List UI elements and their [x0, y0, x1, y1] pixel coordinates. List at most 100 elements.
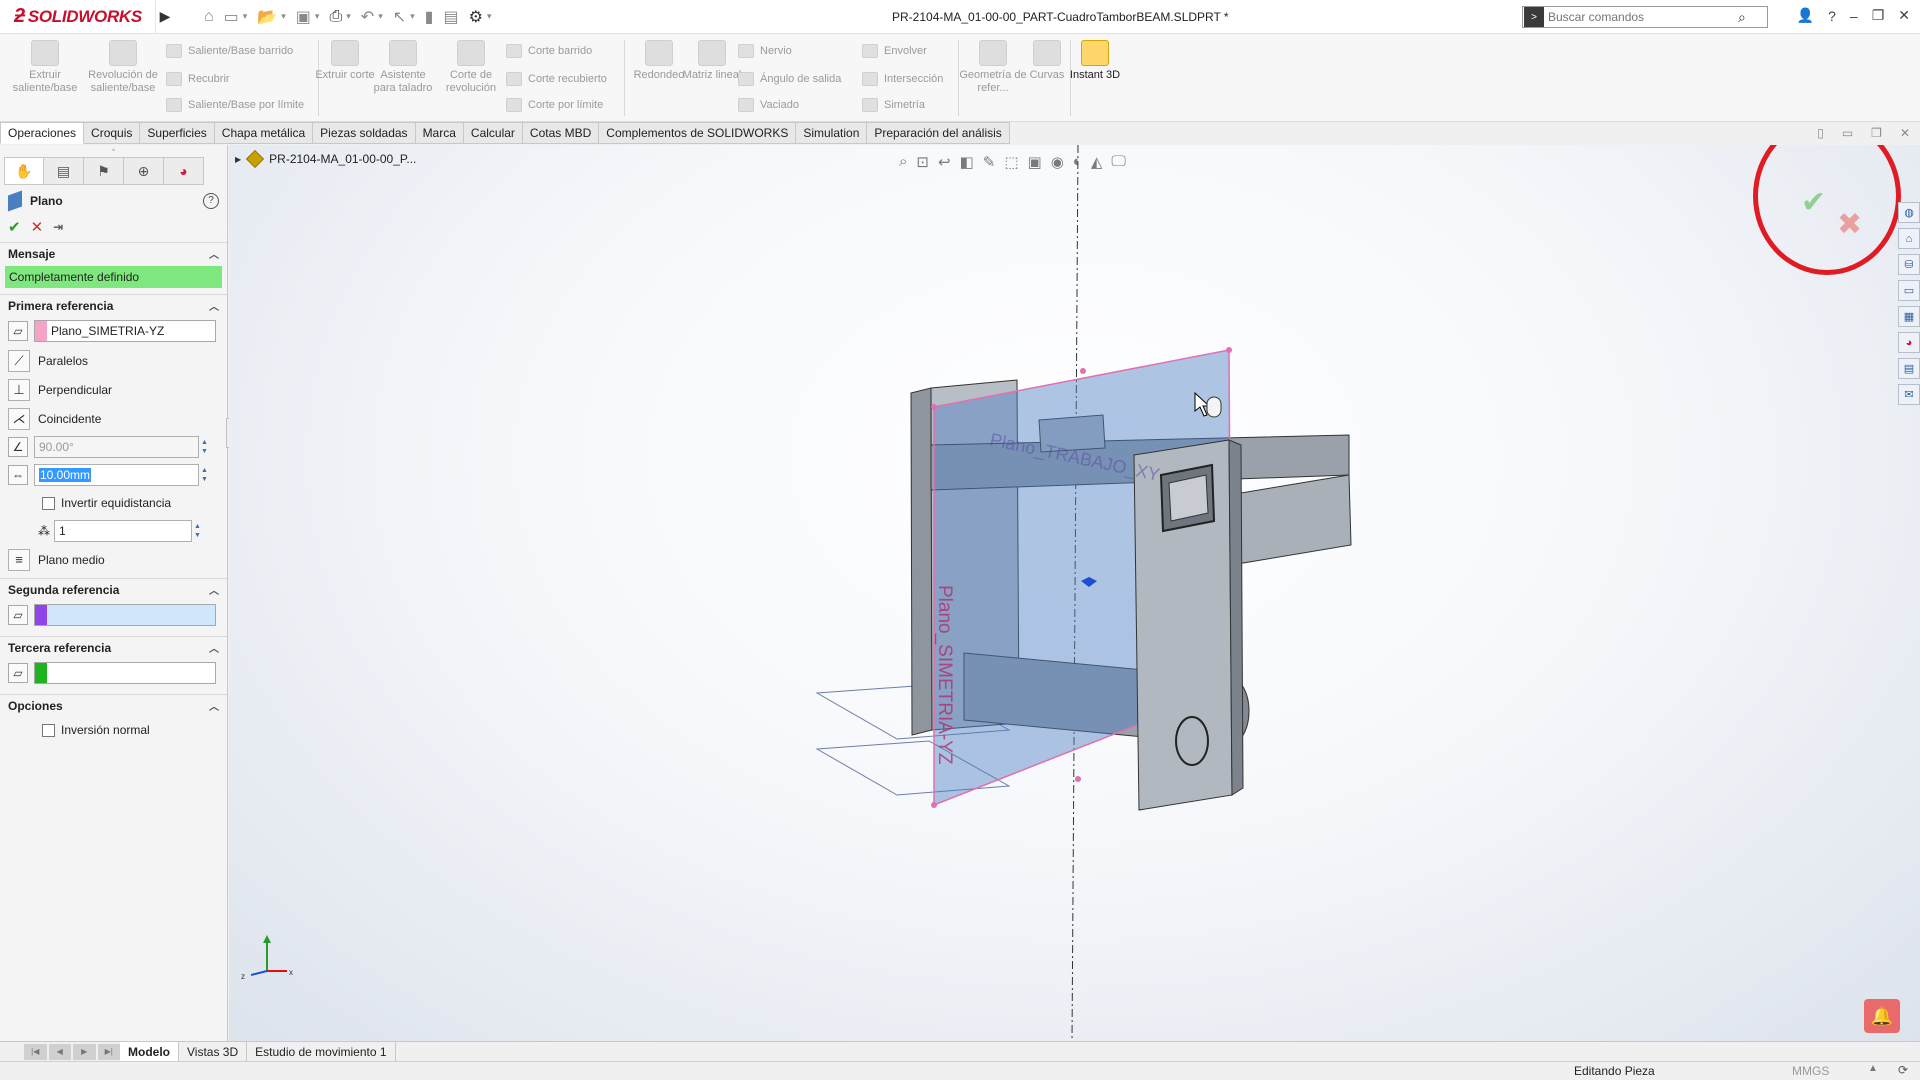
tile-icon[interactable]: ▯	[1817, 126, 1824, 140]
file-properties-icon[interactable]: ▤	[443, 7, 458, 27]
intersect-button[interactable]: Intersección	[862, 70, 943, 88]
propertymanager-tab-icon[interactable]: ▤	[44, 157, 84, 185]
prev-tab-icon[interactable]: ◀	[48, 1043, 71, 1060]
instant3d-button[interactable]: Instant 3D	[1060, 40, 1130, 82]
flip-offset-row[interactable]: Invertir equidistancia	[0, 489, 227, 517]
distance-field[interactable]: 10.00mm	[34, 464, 199, 486]
tab-scroll-arrows[interactable]: |◀ ◀ ▶ ▶|	[24, 1043, 120, 1060]
ok-check-icon[interactable]: ✔	[8, 218, 21, 236]
angle-spinner[interactable]: ▲ ▼	[201, 436, 215, 458]
featuremanager-tab-icon[interactable]: ✋	[4, 157, 44, 185]
save-icon[interactable]: ▣	[296, 7, 311, 27]
loft-boss-button[interactable]: Recubrir	[166, 70, 230, 88]
home-icon[interactable]: ⌂	[204, 8, 214, 26]
revolve-cut-button[interactable]: Corte de revolución	[436, 40, 506, 95]
hole-wizard-button[interactable]: Asistente para taladro	[368, 40, 438, 95]
tab-0[interactable]: Operaciones	[0, 122, 85, 144]
view-palette-icon[interactable]: ▦	[1898, 306, 1920, 327]
tab-1[interactable]: Croquis	[84, 122, 141, 144]
mirror-button[interactable]: Simetría	[862, 96, 925, 114]
design-library-icon[interactable]: ⛁	[1898, 254, 1920, 275]
flip-offset-checkbox[interactable]	[42, 496, 55, 510]
third-reference-field[interactable]	[34, 662, 216, 684]
instances-field[interactable]: 1	[54, 520, 192, 542]
restore-icon[interactable]: ❐	[1872, 7, 1885, 24]
tab-10[interactable]: Preparación del análisis	[867, 122, 1010, 144]
new-document-icon[interactable]: ▭	[224, 7, 239, 27]
flip-normal-row[interactable]: Inversión normal	[0, 716, 227, 744]
tab-3[interactable]: Chapa metálica	[214, 122, 314, 144]
rib-button[interactable]: Nervio	[738, 42, 792, 60]
cancel-x-icon[interactable]: ✕	[31, 218, 44, 236]
first-reference-field[interactable]: Plano_SIMETRIA-YZ	[34, 320, 216, 342]
lofted-cut-button[interactable]: Corte recubierto	[506, 70, 607, 88]
tab-9[interactable]: Simulation	[796, 122, 868, 144]
search-icon[interactable]: ⌕	[1738, 9, 1746, 26]
rebuild-icon[interactable]: ▮	[425, 7, 434, 27]
graphics-area[interactable]: ▶ PR-2104-MA_01-00-00_P... ⌕ ⊡ ↩ ◧ ✎ ⬚ ▣…	[229, 145, 1920, 1041]
appearances-icon[interactable]: ◕	[1898, 332, 1920, 353]
open-icon[interactable]: 📂	[257, 7, 277, 27]
tab-7[interactable]: Cotas MBD	[522, 122, 600, 144]
undo-icon[interactable]: ↶	[361, 7, 374, 27]
swept-boss-button[interactable]: Saliente/Base barrido	[166, 42, 293, 60]
file-explorer-icon[interactable]: ▭	[1898, 280, 1920, 301]
view-restore-icon[interactable]: ❐	[1871, 126, 1882, 140]
instances-spinner[interactable]: ▲ ▼	[194, 520, 208, 542]
print-icon[interactable]: ⎙	[329, 8, 342, 26]
view-minimize-icon[interactable]: ▭	[1842, 126, 1853, 140]
panel-grip[interactable]: ◦	[0, 145, 227, 157]
tab-8[interactable]: Complementos de SOLIDWORKS	[599, 122, 797, 144]
second-reference-field[interactable]	[34, 604, 216, 626]
swept-cut-button[interactable]: Corte barrido	[506, 42, 592, 60]
unit-system[interactable]: MMGS	[1792, 1064, 1829, 1078]
custom-properties-icon[interactable]: ▤	[1898, 358, 1920, 379]
boundary-boss-button[interactable]: Saliente/Base por límite	[166, 96, 304, 114]
bottom-tab-0[interactable]: Modelo	[120, 1042, 179, 1061]
user-icon[interactable]: 👤	[1797, 7, 1814, 24]
angle-field[interactable]: 90.00°	[34, 436, 199, 458]
coincident-option[interactable]: ⋌ Coincidente	[0, 404, 227, 433]
forum-icon[interactable]: ✉	[1898, 384, 1920, 405]
third-reference-section-header[interactable]: Tercera referencia ︿	[0, 636, 227, 658]
distance-spinner[interactable]: ▲ ▼	[201, 464, 215, 486]
help-icon[interactable]: ?	[1828, 8, 1836, 24]
draft-button[interactable]: Ángulo de salida	[738, 70, 841, 88]
tab-5[interactable]: Marca	[415, 122, 464, 144]
first-reference-section-header[interactable]: Primera referencia ︿	[0, 294, 227, 316]
dimxpert-tab-icon[interactable]: ⊕	[124, 157, 164, 185]
offset-distance-icon[interactable]: ⇔	[8, 465, 28, 485]
mid-plane-option[interactable]: ≡ Plano medio	[0, 545, 227, 574]
command-search[interactable]: > ⌕	[1522, 6, 1768, 28]
parallel-option[interactable]: ⟋ Paralelos	[0, 346, 227, 375]
bottom-tab-2[interactable]: Estudio de movimiento 1	[247, 1042, 396, 1061]
select-icon[interactable]: ↖	[393, 7, 406, 27]
help-icon[interactable]: ?	[203, 193, 219, 209]
status-expand-icon[interactable]: ▲	[1868, 1063, 1878, 1074]
solidworks-resources-icon[interactable]: ◍	[1898, 202, 1920, 223]
display-manager-tab-icon[interactable]: ◕	[164, 157, 204, 185]
options-gear-icon[interactable]: ⚙	[469, 7, 483, 27]
close-icon[interactable]: ✕	[1898, 7, 1910, 24]
angle-icon[interactable]: ∠	[8, 437, 28, 457]
pin-icon[interactable]: ⇥	[53, 220, 63, 234]
revolve-boss-button[interactable]: Revolución de saliente/base	[88, 40, 158, 95]
view-close-icon[interactable]: ✕	[1900, 126, 1910, 140]
options-section-header[interactable]: Opciones ︿	[0, 694, 227, 716]
tab-6[interactable]: Calcular	[463, 122, 523, 144]
message-section-header[interactable]: Mensaje ︿	[0, 242, 227, 264]
second-reference-section-header[interactable]: Segunda referencia ︿	[0, 578, 227, 600]
notification-bell-icon[interactable]: 🔔	[1864, 999, 1900, 1033]
minimize-icon[interactable]: –	[1850, 8, 1858, 24]
menu-expand-arrow-icon[interactable]: ▶	[156, 0, 174, 34]
wrap-button[interactable]: Envolver	[862, 42, 927, 60]
bottom-tab-1[interactable]: Vistas 3D	[179, 1042, 248, 1061]
home-tab-icon[interactable]: ⌂	[1898, 228, 1920, 249]
next-tab-icon[interactable]: ▶	[73, 1043, 96, 1060]
perpendicular-option[interactable]: ⊥ Perpendicular	[0, 375, 227, 404]
boundary-cut-button[interactable]: Corte por límite	[506, 96, 603, 114]
search-input[interactable]	[1548, 10, 1738, 24]
shell-button[interactable]: Vaciado	[738, 96, 799, 114]
extrude-boss-button[interactable]: Extruir saliente/base	[10, 40, 80, 95]
rebuild-status-icon[interactable]: ⟳	[1898, 1063, 1908, 1077]
